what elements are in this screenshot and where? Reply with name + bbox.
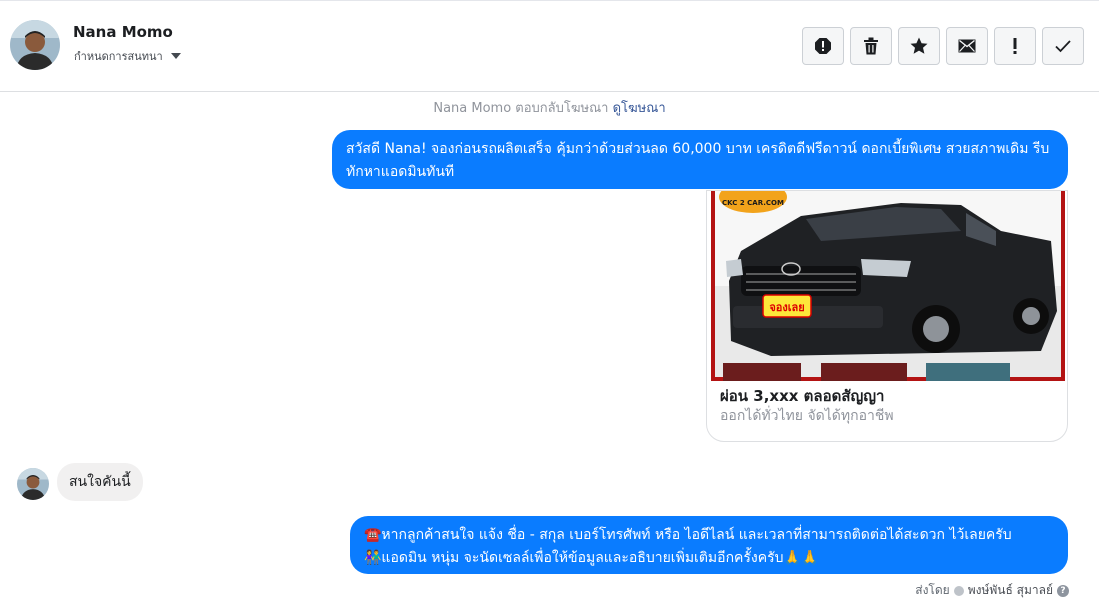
mark-important-button[interactable] bbox=[994, 27, 1036, 65]
sent-by-info: ส่งโดย พงษ์พันธ์ สุมาลย์ ? bbox=[915, 581, 1069, 600]
trash-icon bbox=[864, 37, 878, 55]
outgoing-message: ☎️หากลูกค้าสนใจ แจ้ง ชื่อ - สกุล เบอร์โท… bbox=[350, 516, 1068, 574]
contact-avatar[interactable] bbox=[10, 20, 60, 70]
sent-by-name[interactable]: พงษ์พันธ์ สุมาลย์ bbox=[968, 581, 1053, 600]
ad-card[interactable]: CKC 2 CAR.COM จองเลย ผ่อน 3,xxx ตลอดสัญญ… bbox=[706, 190, 1068, 442]
view-ad-link[interactable]: ดูโฆษณา bbox=[613, 101, 666, 116]
ad-card-image: CKC 2 CAR.COM จองเลย bbox=[711, 191, 1065, 381]
ad-reply-note: Nana Momo ตอบกลับโฆษณา ดูโฆษณา bbox=[0, 97, 1099, 118]
ad-card-subtitle: ออกได้ทั่วไทย จัดได้ทุกอาชีพ bbox=[720, 408, 894, 424]
conversation-header: Nana Momo กำหนดการสนทนา bbox=[0, 0, 1099, 92]
report-icon bbox=[815, 38, 831, 54]
report-spam-button[interactable] bbox=[802, 27, 844, 65]
assign-label: กำหนดการสนทนา bbox=[74, 50, 163, 63]
delete-button[interactable] bbox=[850, 27, 892, 65]
message-line: 👫แอดมิน หนุ่ม จะนัดเซลล์เพื่อให้ข้อมูลแล… bbox=[364, 550, 819, 566]
sent-status-icon bbox=[953, 585, 964, 596]
outgoing-message: สวัสดี Nana! จองก่อนรถผลิตเสร็จ คุ้มกว่า… bbox=[332, 130, 1068, 189]
message-line: ☎️หากลูกค้าสนใจ แจ้ง ชื่อ - สกุล เบอร์โท… bbox=[364, 527, 1012, 543]
ad-sticker-text: จองเลย bbox=[769, 301, 804, 314]
sent-by-label: ส่งโดย bbox=[915, 583, 950, 597]
mark-unread-button[interactable] bbox=[946, 27, 988, 65]
help-icon[interactable]: ? bbox=[1057, 584, 1069, 597]
contact-name[interactable]: Nana Momo bbox=[73, 23, 173, 41]
envelope-icon bbox=[958, 39, 976, 53]
caret-down-icon bbox=[170, 53, 181, 59]
ad-note-text: Nana Momo ตอบกลับโฆษณา bbox=[433, 101, 609, 116]
ad-logo-text: CKC 2 CAR.COM bbox=[722, 199, 784, 207]
sender-avatar[interactable] bbox=[17, 468, 49, 500]
exclamation-icon bbox=[1013, 38, 1017, 54]
star-button[interactable] bbox=[898, 27, 940, 65]
incoming-message: สนใจคันนี้ bbox=[57, 463, 143, 501]
checkmark-icon bbox=[1055, 40, 1071, 53]
mark-done-button[interactable] bbox=[1042, 27, 1084, 65]
assign-conversation-dropdown[interactable]: กำหนดการสนทนา bbox=[74, 47, 181, 65]
action-toolbar bbox=[802, 27, 1084, 65]
star-icon bbox=[910, 37, 928, 54]
